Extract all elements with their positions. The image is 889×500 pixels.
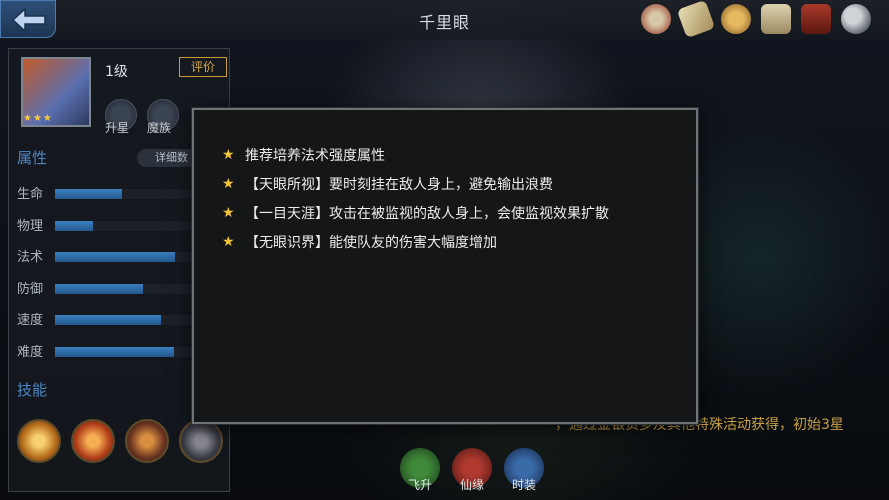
skill-icon-1[interactable]	[17, 419, 61, 463]
tip-text: 【天眼所视】要时刻挂在敌人身上，避免输出浪费	[245, 176, 553, 193]
attribute-label: 生命	[17, 187, 44, 202]
attribute-row: 生命	[17, 183, 217, 203]
skill-list	[17, 419, 223, 463]
attribute-bar-fill	[55, 346, 174, 357]
book-icon[interactable]	[801, 4, 831, 34]
toolbar	[641, 0, 871, 39]
coin-icon[interactable]	[721, 4, 751, 34]
attribute-bar-track	[55, 346, 195, 357]
attribute-row: 物理	[17, 215, 217, 235]
tip-item: ★ 【天眼所视】要时刻挂在敌人身上，避免输出浪费	[222, 169, 609, 198]
faction-label: 魔族	[147, 121, 172, 135]
scroll-icon[interactable]	[676, 0, 716, 39]
tip-item: ★ 【一目天涯】攻击在被监视的敌人身上，会使监视效果扩散	[222, 198, 609, 227]
back-button[interactable]	[0, 0, 56, 38]
tip-item: ★ 推荐培养法术强度属性	[222, 140, 609, 169]
skill-icon-3[interactable]	[125, 419, 169, 463]
attribute-bar-fill	[55, 220, 93, 231]
attribute-bar-track	[55, 283, 195, 294]
skill-icon-4[interactable]	[179, 419, 223, 463]
attributes-title: 属性	[17, 149, 48, 167]
star-icon: ★	[222, 233, 235, 250]
attribute-label: 难度	[17, 344, 44, 360]
attribute-label: 速度	[17, 313, 44, 328]
attribute-bar-track	[55, 252, 195, 262]
hero-level: 1级	[105, 64, 128, 80]
map-icon[interactable]	[761, 4, 791, 34]
tip-text: 推荐培养法术强度属性	[245, 147, 385, 164]
attribute-bar-track	[55, 220, 195, 231]
tips-list: ★ 推荐培养法术强度属性 ★ 【天眼所视】要时刻挂在敌人身上，避免输出浪费 ★ …	[222, 140, 609, 256]
tip-text: 【一目天涯】攻击在被监视的敌人身上，会使监视效果扩散	[245, 205, 609, 222]
tip-item: ★ 【无眼识界】能使队友的伤害大幅度增加	[222, 227, 609, 256]
top-bar: 千里眼	[0, 0, 889, 40]
skill-icon-2[interactable]	[71, 419, 115, 463]
magnifier-icon[interactable]	[841, 4, 871, 34]
skills-title: 技能	[17, 381, 48, 399]
ascend-label: 飞升	[408, 478, 433, 492]
star-icon: ★	[222, 204, 235, 221]
star-icon: ★	[222, 146, 235, 163]
attribute-row: 难度	[17, 341, 217, 361]
attribute-bar-fill	[55, 315, 161, 325]
attribute-label: 防御	[17, 281, 44, 297]
star-icon: ★	[222, 175, 235, 192]
attribute-row: 防御	[17, 278, 217, 298]
attribute-bar-fill	[55, 189, 122, 199]
attribute-label: 物理	[17, 218, 44, 234]
attribute-bar-track	[55, 315, 195, 325]
hero-star-rating: ★★★	[23, 113, 53, 124]
attribute-row: 法术	[17, 246, 217, 266]
upgrade-star-label: 升星	[105, 121, 130, 135]
back-arrow-icon	[11, 7, 46, 33]
attribute-bar-fill	[55, 283, 143, 294]
tip-text: 【无眼识界】能使队友的伤害大幅度增加	[245, 234, 497, 251]
tips-dialog[interactable]: ★ 推荐培养法术强度属性 ★ 【天眼所视】要时刻挂在敌人身上，避免输出浪费 ★ …	[192, 108, 698, 424]
attribute-bar-track	[55, 189, 195, 199]
costume-label: 时装	[512, 478, 537, 492]
attribute-label: 法术	[17, 250, 44, 265]
fate-label: 仙缘	[460, 478, 485, 492]
rate-button[interactable]: 评价	[179, 57, 227, 77]
compass-icon[interactable]	[641, 4, 671, 34]
attribute-row: 速度	[17, 309, 217, 329]
attribute-bar-fill	[55, 252, 175, 262]
